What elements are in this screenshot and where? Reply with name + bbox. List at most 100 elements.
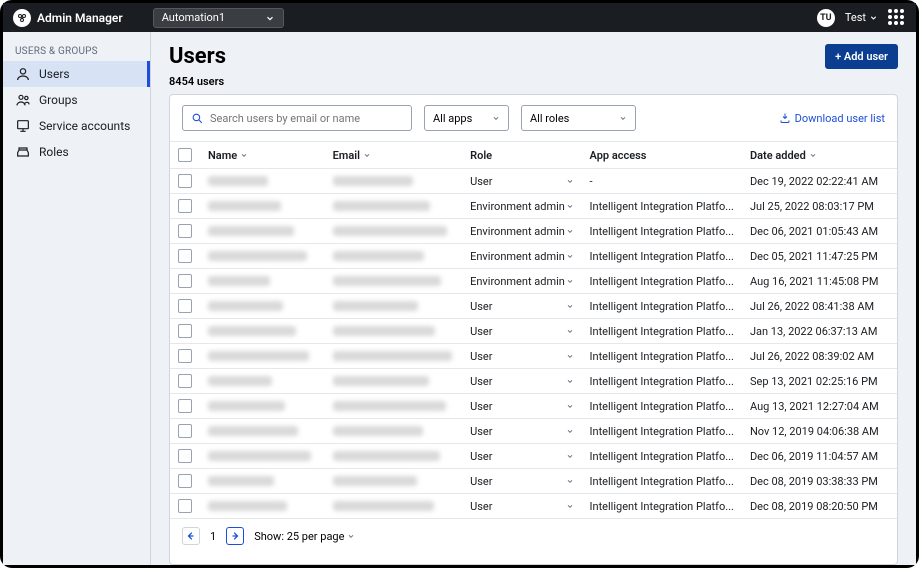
row-checkbox[interactable] [178, 299, 192, 313]
table-row[interactable]: UserIntelligent Integration Platfo...Dec… [170, 469, 897, 494]
row-checkbox[interactable] [178, 249, 192, 263]
col-name[interactable]: Name [208, 149, 317, 162]
chevron-down-icon[interactable] [566, 202, 574, 210]
pager-prev[interactable] [182, 527, 200, 545]
redacted-name [208, 276, 270, 286]
date-value: Jan 13, 2022 06:37:13 AM [742, 319, 897, 344]
role-value: Environment admin [470, 225, 565, 238]
filter-apps-dropdown[interactable]: All apps [424, 105, 509, 131]
access-value: Intelligent Integration Platfo... [582, 469, 742, 494]
redacted-email [333, 376, 429, 386]
chevron-down-icon[interactable] [566, 402, 574, 410]
row-checkbox[interactable] [178, 499, 192, 513]
chevron-down-icon[interactable] [566, 377, 574, 385]
col-email[interactable]: Email [333, 149, 455, 162]
table-row[interactable]: UserIntelligent Integration Platfo...Jul… [170, 294, 897, 319]
logo[interactable]: Admin Manager [13, 9, 123, 27]
row-checkbox[interactable] [178, 399, 192, 413]
chevron-down-icon[interactable] [566, 177, 574, 185]
col-date-added[interactable]: Date added [750, 149, 889, 162]
chevron-down-icon[interactable] [566, 302, 574, 310]
sidebar-item-groups[interactable]: Groups [3, 87, 150, 113]
date-value: Dec 06, 2021 01:05:43 AM [742, 219, 897, 244]
search-icon [191, 112, 204, 125]
chevron-down-icon[interactable] [566, 477, 574, 485]
role-value: Environment admin [470, 275, 565, 288]
sidebar-item-roles[interactable]: Roles [3, 139, 150, 165]
chevron-down-icon[interactable] [566, 352, 574, 360]
row-checkbox[interactable] [178, 199, 192, 213]
role-value: User [470, 425, 492, 438]
redacted-email [333, 176, 413, 186]
row-checkbox[interactable] [178, 424, 192, 438]
page-size-dropdown[interactable]: Show: 25 per page [254, 530, 355, 543]
add-user-button[interactable]: + Add user [825, 44, 898, 69]
pager-next[interactable] [226, 527, 244, 545]
sidebar-item-users[interactable]: Users [3, 61, 150, 87]
row-checkbox[interactable] [178, 224, 192, 238]
redacted-email [333, 226, 447, 236]
table-row[interactable]: UserIntelligent Integration Platfo...Dec… [170, 444, 897, 469]
user-label: Test [845, 11, 866, 24]
search-input-wrap[interactable] [182, 105, 412, 131]
user-dropdown[interactable]: Test [845, 11, 878, 24]
service-account-icon [15, 118, 31, 134]
row-checkbox[interactable] [178, 474, 192, 488]
access-value: Intelligent Integration Platfo... [582, 194, 742, 219]
row-checkbox[interactable] [178, 274, 192, 288]
search-input[interactable] [210, 112, 403, 125]
redacted-email [333, 501, 434, 511]
redacted-name [208, 251, 307, 261]
environment-dropdown[interactable]: Automation1 [153, 8, 284, 28]
role-value: User [470, 450, 492, 463]
role-value: User [470, 375, 492, 388]
col-role[interactable]: Role [462, 142, 581, 169]
table-row[interactable]: UserIntelligent Integration Platfo...Nov… [170, 419, 897, 444]
chevron-down-icon[interactable] [566, 277, 574, 285]
access-value: Intelligent Integration Platfo... [582, 244, 742, 269]
table-row[interactable]: Environment adminIntelligent Integration… [170, 219, 897, 244]
filter-apps-label: All apps [433, 112, 472, 125]
select-all-checkbox[interactable] [178, 148, 192, 162]
table-row[interactable]: User-Dec 19, 2022 02:22:41 AM [170, 169, 897, 194]
role-value: User [470, 350, 492, 363]
redacted-email [333, 351, 452, 361]
sidebar-item-label: Users [39, 67, 70, 81]
table-row[interactable]: UserIntelligent Integration Platfo...Jan… [170, 319, 897, 344]
redacted-name [208, 326, 296, 336]
table-row[interactable]: Environment adminIntelligent Integration… [170, 244, 897, 269]
redacted-email [333, 476, 417, 486]
app-switcher-icon[interactable] [888, 9, 906, 27]
row-checkbox[interactable] [178, 349, 192, 363]
col-app-access[interactable]: App access [582, 142, 742, 169]
chevron-down-icon[interactable] [566, 427, 574, 435]
table-row[interactable]: Environment adminIntelligent Integration… [170, 194, 897, 219]
row-checkbox[interactable] [178, 174, 192, 188]
access-value: Intelligent Integration Platfo... [582, 319, 742, 344]
date-value: Dec 05, 2021 11:47:25 PM [742, 244, 897, 269]
main-content: Users + Add user 8454 users All apps All… [151, 32, 916, 565]
chevron-down-icon[interactable] [566, 327, 574, 335]
app-name: Admin Manager [37, 11, 123, 25]
environment-label: Automation1 [162, 11, 225, 24]
topbar: Admin Manager Automation1 TU Test [3, 3, 916, 32]
row-checkbox[interactable] [178, 324, 192, 338]
chevron-down-icon[interactable] [566, 227, 574, 235]
user-avatar[interactable]: TU [817, 9, 835, 27]
chevron-down-icon[interactable] [566, 502, 574, 510]
table-row[interactable]: UserIntelligent Integration Platfo...Dec… [170, 494, 897, 519]
download-user-list[interactable]: Download user list [779, 112, 885, 125]
row-checkbox[interactable] [178, 374, 192, 388]
redacted-name [208, 226, 294, 236]
date-value: Dec 19, 2022 02:22:41 AM [742, 169, 897, 194]
table-row[interactable]: UserIntelligent Integration Platfo...Sep… [170, 369, 897, 394]
filter-roles-dropdown[interactable]: All roles [521, 105, 636, 131]
table-row[interactable]: UserIntelligent Integration Platfo...Aug… [170, 394, 897, 419]
chevron-down-icon[interactable] [566, 452, 574, 460]
table-row[interactable]: UserIntelligent Integration Platfo...Jul… [170, 344, 897, 369]
row-checkbox[interactable] [178, 449, 192, 463]
sort-icon [363, 151, 371, 159]
chevron-down-icon[interactable] [566, 252, 574, 260]
table-row[interactable]: Environment adminIntelligent Integration… [170, 269, 897, 294]
sidebar-item-service-accounts[interactable]: Service accounts [3, 113, 150, 139]
